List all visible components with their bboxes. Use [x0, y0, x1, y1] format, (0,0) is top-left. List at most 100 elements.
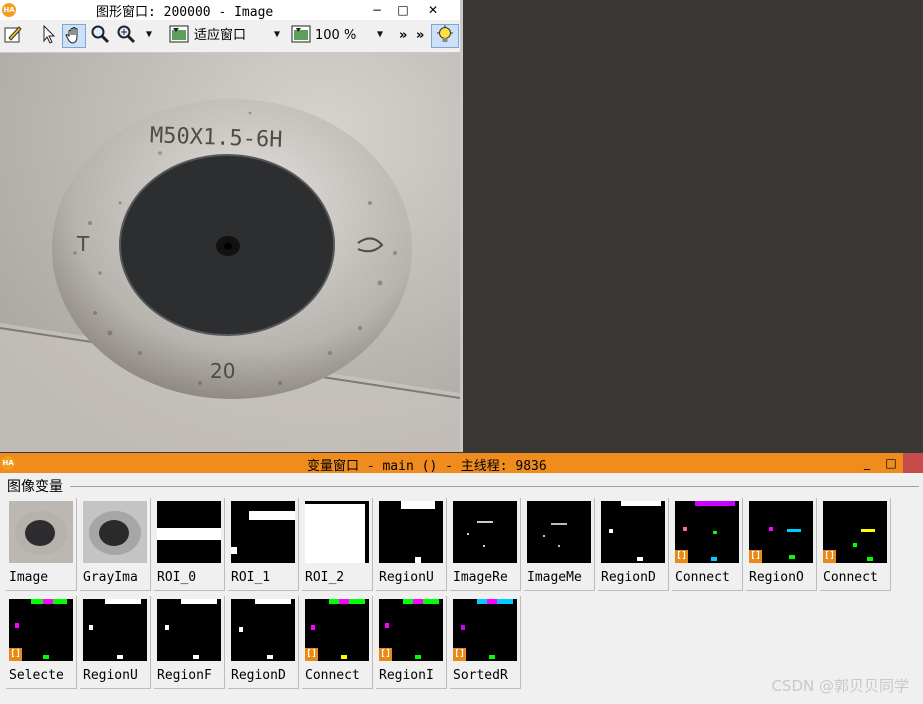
section-divider: [70, 486, 919, 487]
edit-icon[interactable]: [2, 24, 24, 46]
nut-stamp-text: M50X1.5-6H: [150, 123, 283, 153]
variable-thumbnail-imagere[interactable]: ImageRe: [450, 498, 521, 591]
variable-thumbnail-regiond[interactable]: RegionD: [598, 498, 669, 591]
thumbnail-image: [379, 501, 443, 563]
thumbnail-label: RegionD: [601, 570, 656, 585]
graphics-window-title: 图形窗口: 200000 - Image: [96, 5, 274, 20]
pointer-icon[interactable]: [37, 24, 59, 46]
fit-dropdown-icon[interactable]: ▼: [266, 24, 288, 46]
thumbnail-label: ImageRe: [453, 570, 508, 585]
zoom-dropdown-icon[interactable]: ▼: [138, 24, 160, 46]
thumbnail-label: RegionU: [83, 668, 138, 683]
variable-thumbnail-roi1[interactable]: ROI_1: [228, 498, 299, 591]
thumbnail-label: RegionF: [157, 668, 212, 683]
thumbnail-image: [83, 599, 147, 661]
thumbnail-label: ROI_2: [305, 570, 345, 585]
tuple-badge-icon: []: [823, 550, 836, 563]
toolbar-overflow-button[interactable]: »: [399, 24, 407, 48]
zoom-icon[interactable]: [115, 24, 137, 46]
variable-thumbnail-regionu2[interactable]: RegionU: [80, 596, 151, 689]
thumbnail-image: []: [823, 501, 887, 563]
thumbnail-label: RegionI: [379, 668, 434, 683]
fit-window-label[interactable]: 适应窗口: [194, 24, 246, 48]
lightbulb-icon[interactable]: [431, 24, 459, 48]
thumbnail-image: [305, 501, 369, 563]
thumbnail-image: [157, 501, 221, 563]
thumbnail-image: [9, 501, 73, 563]
variable-thumbnail-connect[interactable]: [] Connect: [672, 498, 743, 591]
thumbnail-image: [157, 599, 221, 661]
thumbnail-image: []: [453, 599, 517, 661]
variable-thumbnail-connect2[interactable]: [] Connect: [820, 498, 891, 591]
thumbnail-image: []: [749, 501, 813, 563]
variable-close-button[interactable]: [903, 453, 923, 473]
thumbnail-image: [527, 501, 591, 563]
thumbnail-label: SortedR: [453, 668, 508, 683]
variable-thumbnail-selecte[interactable]: [] Selecte: [6, 596, 77, 689]
image-variables-label: 图像变量: [7, 479, 63, 495]
nut-left-mark: T: [76, 232, 90, 256]
graphics-window: HA 图形窗口: 200000 - Image − □ ✕ ▼ 适应窗口 ▼ 1: [0, 0, 463, 452]
zoom-percent-dropdown-icon[interactable]: ▼: [369, 24, 391, 46]
thumbnail-label: ROI_1: [231, 570, 271, 585]
variable-window-title: 变量窗口 - main () - 主线程: 9836: [307, 459, 547, 474]
variable-maximize-button[interactable]: □: [880, 453, 902, 473]
variable-minimize-button[interactable]: _: [856, 453, 878, 473]
variable-window-titlebar[interactable]: HA 变量窗口 - main () - 主线程: 9836 _ □: [0, 453, 923, 474]
thumbnail-label: Connect: [823, 570, 878, 585]
tuple-badge-icon: []: [9, 648, 22, 661]
variable-thumbnail-gray[interactable]: GrayIma: [80, 498, 151, 591]
thumbnail-label: GrayIma: [83, 570, 138, 585]
graphics-window-titlebar[interactable]: HA 图形窗口: 200000 - Image − □ ✕: [0, 0, 460, 20]
tuple-badge-icon: []: [453, 648, 466, 661]
variable-thumbnail-roi0[interactable]: ROI_0: [154, 498, 225, 591]
thumbnail-label: ImageMe: [527, 570, 582, 585]
tuple-badge-icon: []: [675, 550, 688, 563]
thumbnail-image: [83, 501, 147, 563]
close-button[interactable]: ✕: [422, 0, 444, 20]
thumbnail-label: Image: [9, 570, 49, 585]
variable-thumbnail-roi2[interactable]: ROI_2: [302, 498, 373, 591]
variable-thumbnail-sortedr[interactable]: [] SortedR: [450, 596, 521, 689]
thumbnail-image: []: [9, 599, 73, 661]
fit-window-icon[interactable]: [168, 24, 190, 46]
thumbnail-image: [601, 501, 665, 563]
thumbnail-image: [231, 501, 295, 563]
thumbnail-label: Connect: [675, 570, 730, 585]
graphics-toolbar: ▼ 适应窗口 ▼ 100 % ▼ » »: [0, 20, 460, 53]
thumbnail-label: Selecte: [9, 668, 64, 683]
variable-thumbnail-connect3[interactable]: [] Connect: [302, 596, 373, 689]
thumbnail-label: RegionO: [749, 570, 804, 585]
variable-window: HA 变量窗口 - main () - 主线程: 9836 _ □ 图像变量 I…: [0, 453, 923, 704]
variable-thumbnail-regiono[interactable]: [] RegionO: [746, 498, 817, 591]
thumbnail-image: [453, 501, 517, 563]
minimize-button[interactable]: −: [366, 0, 388, 20]
zoom-percent-value[interactable]: 100 %: [315, 24, 356, 48]
thumbnail-label: RegionU: [379, 570, 434, 585]
thumbnail-label: RegionD: [231, 668, 286, 683]
halcon-app-icon-2: HA: [1, 456, 15, 470]
variable-thumbnail-regioni[interactable]: [] RegionI: [376, 596, 447, 689]
tuple-badge-icon: []: [749, 550, 762, 563]
variable-thumbnail-regiond2[interactable]: RegionD: [228, 596, 299, 689]
thumbnail-image: [231, 599, 295, 661]
image-display-area[interactable]: M50X1.5-6H T 20: [0, 53, 460, 452]
thumbnail-image: []: [675, 501, 739, 563]
thumbnail-image: []: [379, 599, 443, 661]
hand-icon[interactable]: [62, 24, 86, 48]
toolbar-overflow-button-2[interactable]: »: [416, 24, 424, 48]
variable-thumbnail-regionu[interactable]: RegionU: [376, 498, 447, 591]
maximize-button[interactable]: □: [392, 0, 414, 20]
tuple-badge-icon: []: [305, 648, 318, 661]
variable-thumbnail-photo[interactable]: Image: [6, 498, 77, 591]
zoom-percent-icon: [290, 24, 312, 46]
variable-thumbnail-regionf[interactable]: RegionF: [154, 596, 225, 689]
tuple-badge-icon: []: [379, 648, 392, 661]
thumbnail-label: ROI_0: [157, 570, 197, 585]
magnifier-icon[interactable]: [89, 24, 111, 46]
nut-number-mark: 20: [210, 359, 235, 383]
halcon-app-icon: HA: [2, 3, 16, 17]
thumbnail-label: Connect: [305, 668, 360, 683]
variable-thumbnail-imageme[interactable]: ImageMe: [524, 498, 595, 591]
watermark: CSDN @郭贝贝同学: [771, 677, 909, 695]
